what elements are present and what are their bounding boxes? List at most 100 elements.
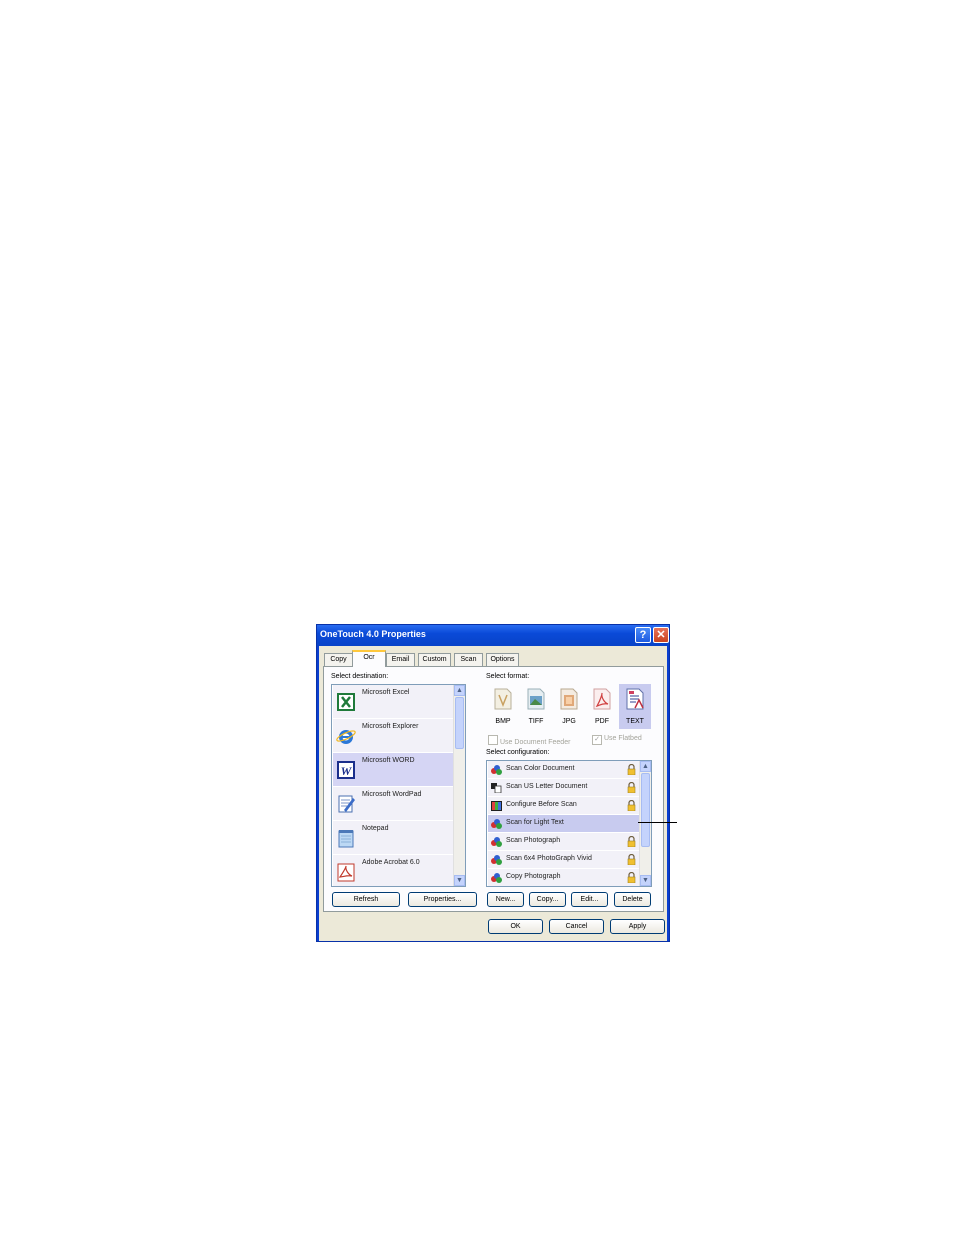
configuration-item[interactable]: Copy Photograph — [488, 869, 639, 886]
lock-icon — [627, 782, 636, 793]
configuration-label: Scan 6x4 PhotoGraph Vivid — [506, 855, 592, 862]
close-icon: ✕ — [656, 629, 666, 641]
format-label: PDF — [595, 718, 609, 725]
properties-button[interactable]: Properties... — [408, 892, 477, 907]
lock-icon — [627, 854, 636, 865]
destination-label: Microsoft WORD — [362, 757, 415, 764]
svg-text:W: W — [341, 764, 353, 778]
tab-email-label: Email — [391, 656, 410, 663]
destination-list[interactable]: Microsoft Excel Microsoft Explorer W Mic… — [331, 684, 466, 887]
configuration-item[interactable]: Configure Before Scan — [488, 797, 639, 815]
notepad-icon — [338, 830, 354, 848]
destination-label: Microsoft Explorer — [362, 723, 419, 730]
scroll-thumb[interactable] — [641, 773, 650, 847]
destination-label: Notepad — [362, 825, 389, 832]
configuration-scrollbar[interactable]: ▲ ▼ — [639, 761, 651, 886]
destination-item[interactable]: Microsoft Explorer — [333, 719, 464, 753]
tab-email[interactable]: Email — [386, 653, 415, 666]
pdf-icon — [593, 688, 611, 710]
destination-item[interactable]: Adobe Acrobat 6.0 — [333, 855, 464, 886]
delete-button[interactable]: Delete — [614, 892, 651, 907]
use-flatbed-checkbox[interactable]: ✓ Use Flatbed — [592, 735, 642, 745]
tab-copy[interactable]: Copy — [324, 653, 353, 666]
format-bmp[interactable]: BMP — [487, 684, 519, 729]
format-jpg[interactable]: JPG — [553, 684, 585, 729]
select-destination-label: Select destination: — [331, 673, 389, 680]
cancel-button[interactable]: Cancel — [549, 919, 604, 934]
destination-item[interactable]: Microsoft WordPad — [333, 787, 464, 821]
destination-item[interactable]: W Microsoft WORD — [333, 753, 464, 787]
lock-icon — [627, 872, 636, 883]
destination-scrollbar[interactable]: ▲ ▼ — [453, 685, 465, 886]
configuration-item[interactable]: Scan for Light Text — [488, 815, 639, 833]
destination-item[interactable]: Notepad — [333, 821, 464, 855]
tab-options-label: Options — [490, 656, 515, 663]
configuration-item[interactable]: Scan 6x4 PhotoGraph Vivid — [488, 851, 639, 869]
configuration-label: Configure Before Scan — [506, 801, 577, 808]
destination-item[interactable]: Microsoft Excel — [333, 685, 464, 719]
new-button[interactable]: New... — [487, 892, 524, 907]
refresh-button[interactable]: Refresh — [332, 892, 400, 907]
wordpad-icon — [338, 795, 355, 813]
close-button[interactable]: ✕ — [653, 627, 669, 643]
lock-icon — [627, 836, 636, 847]
scroll-down-arrow-icon[interactable]: ▼ — [454, 875, 465, 886]
tab-ocr-label: Ocr — [363, 654, 375, 661]
scan-color-icon — [491, 837, 502, 847]
window-title: OneTouch 4.0 Properties — [320, 629, 426, 639]
title-bar[interactable]: OneTouch 4.0 Properties ? ✕ — [317, 625, 669, 646]
scroll-up-arrow-icon[interactable]: ▲ — [640, 761, 651, 772]
tab-custom[interactable]: Custom — [418, 653, 451, 666]
copy-button[interactable]: Copy... — [529, 892, 566, 907]
configuration-item[interactable]: Scan Color Document — [488, 761, 639, 779]
format-label: TEXT — [626, 718, 644, 725]
jpg-icon — [560, 688, 578, 710]
format-pdf[interactable]: PDF — [586, 684, 618, 729]
destination-label: Microsoft WordPad — [362, 791, 422, 798]
tab-scan-label: Scan — [460, 656, 477, 663]
format-label: BMP — [495, 718, 511, 725]
configuration-item[interactable]: Scan Photograph — [488, 833, 639, 851]
select-configuration-label: Select configuration: — [486, 749, 550, 756]
use-document-feeder-checkbox[interactable]: Use Document Feeder — [488, 735, 570, 746]
destination-label: Adobe Acrobat 6.0 — [362, 859, 420, 866]
format-label: TIFF — [528, 718, 544, 725]
scan-color-icon — [491, 819, 502, 829]
configuration-label: Scan Color Document — [506, 765, 575, 772]
apply-button[interactable]: Apply — [610, 919, 665, 934]
copy-button-label: Copy... — [536, 896, 559, 903]
configuration-list[interactable]: Scan Color Document Scan US Letter Docum… — [486, 760, 652, 887]
bmp-icon — [494, 688, 512, 710]
lock-icon — [627, 800, 636, 811]
checkmark-icon: ✓ — [592, 735, 602, 745]
callout-line — [638, 822, 677, 823]
format-tiff[interactable]: TIFF — [520, 684, 552, 729]
format-text[interactable]: TEXT — [619, 684, 651, 729]
tiff-icon — [527, 688, 545, 710]
scan-color-icon — [491, 855, 502, 865]
format-label: JPG — [562, 718, 576, 725]
tab-scan[interactable]: Scan — [454, 653, 483, 666]
cancel-button-label: Cancel — [565, 923, 588, 930]
edit-button-label: Edit... — [580, 896, 599, 903]
tab-options[interactable]: Options — [486, 653, 519, 666]
configuration-label: Copy Photograph — [506, 873, 561, 880]
use-flatbed-label: Use Flatbed — [604, 735, 642, 742]
excel-icon — [337, 693, 355, 711]
ok-button-label: OK — [510, 923, 521, 930]
select-format-label: Select format: — [486, 673, 530, 680]
scroll-thumb[interactable] — [455, 697, 464, 749]
configure-before-scan-icon — [491, 801, 502, 811]
ok-button[interactable]: OK — [488, 919, 543, 934]
tab-copy-label: Copy — [330, 656, 347, 663]
internet-explorer-icon — [336, 730, 356, 744]
help-button[interactable]: ? — [635, 627, 651, 643]
tab-ocr[interactable]: Ocr — [352, 650, 386, 667]
configuration-item[interactable]: Scan US Letter Document — [488, 779, 639, 797]
configuration-label: Scan US Letter Document — [506, 783, 588, 790]
scan-document-icon — [491, 783, 502, 793]
scroll-down-arrow-icon[interactable]: ▼ — [640, 875, 651, 886]
edit-button[interactable]: Edit... — [571, 892, 608, 907]
destination-label: Microsoft Excel — [362, 689, 410, 696]
scroll-up-arrow-icon[interactable]: ▲ — [454, 685, 465, 696]
